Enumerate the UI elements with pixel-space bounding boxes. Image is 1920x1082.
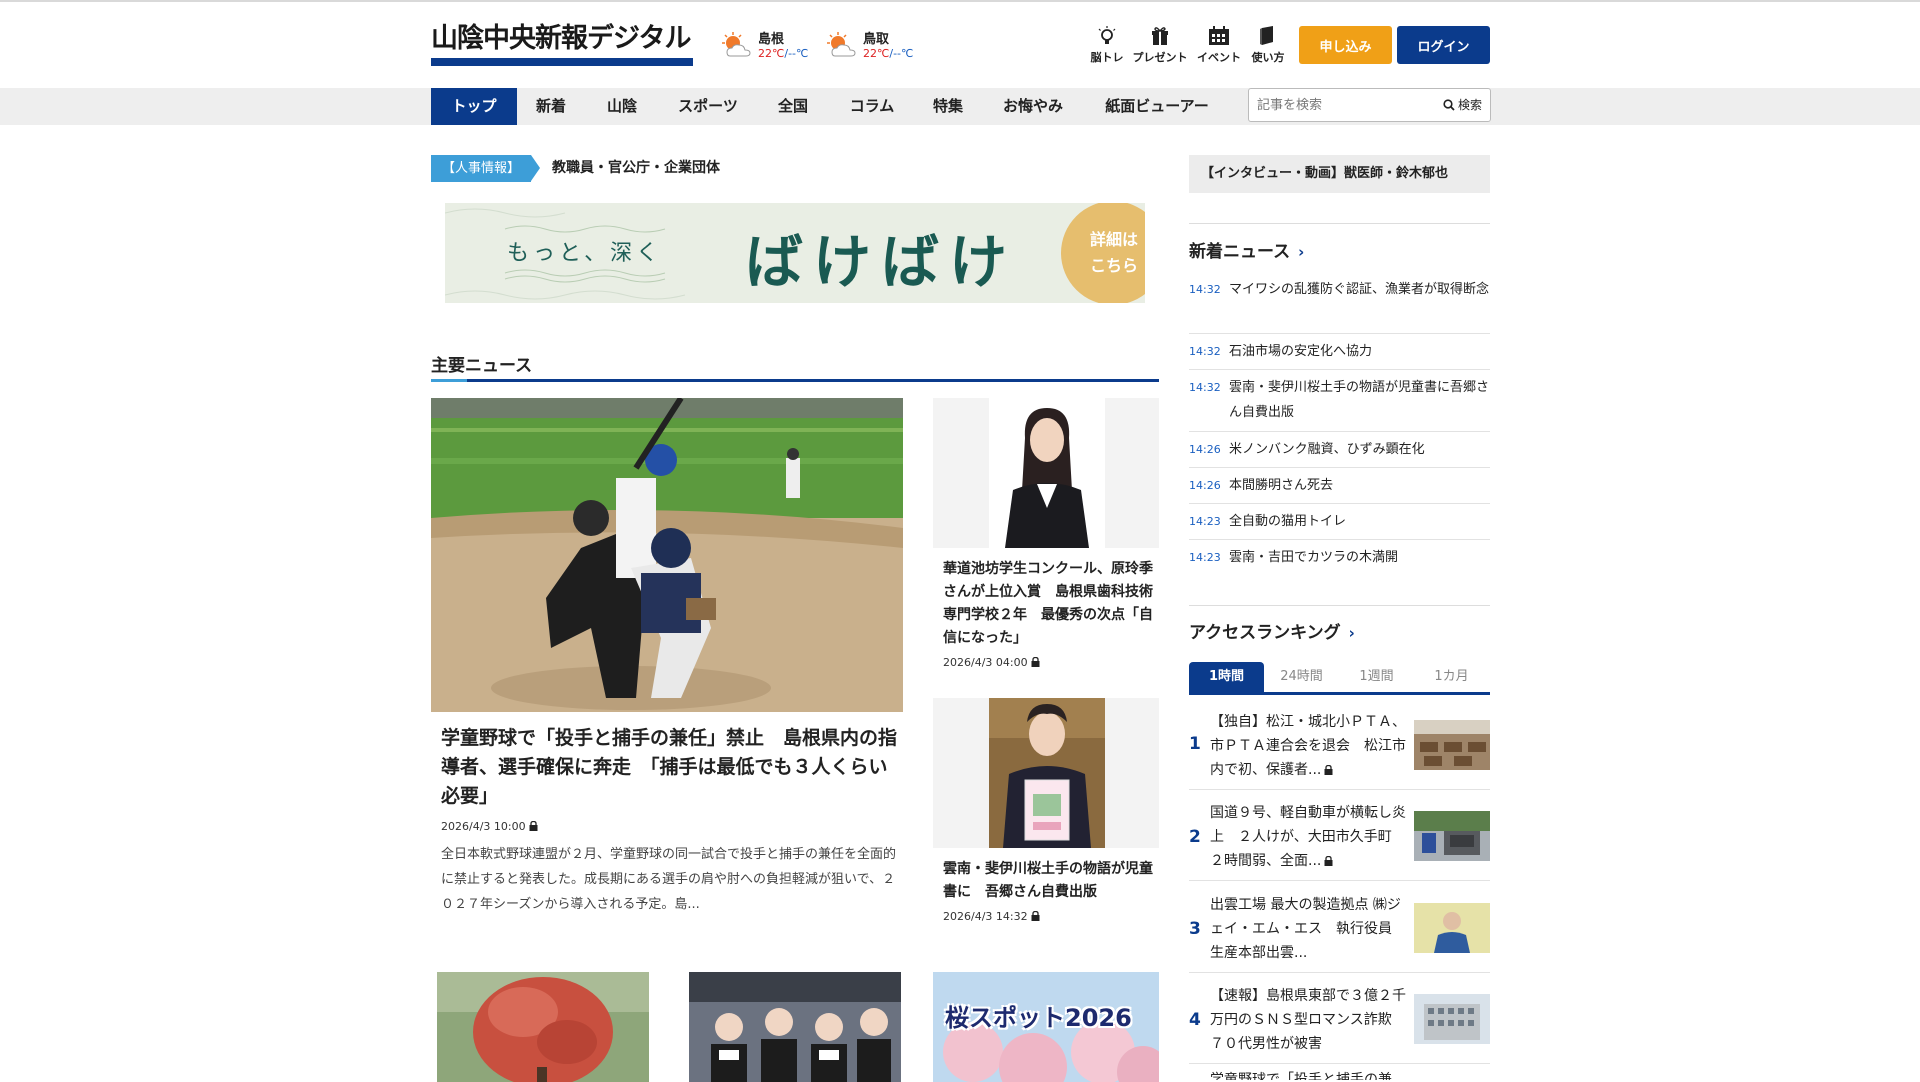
tag-text: 教職員・官公庁・企業団体 xyxy=(552,160,720,176)
weather-city: 鳥取 xyxy=(863,32,890,47)
lock-icon xyxy=(529,821,538,831)
ranking-photo-building xyxy=(1414,994,1490,1044)
nav-national[interactable]: 全国 xyxy=(766,88,820,125)
ranking-item[interactable]: 3 出雲工場 最大の製造拠点 ㈱ジェイ・エム・エス 執行役員 生産本部出雲... xyxy=(1189,883,1490,973)
tab-1-week[interactable]: 1週間 xyxy=(1339,662,1414,692)
site-logo[interactable]: 山陰中央新報デジタル xyxy=(431,22,693,68)
main-news-title: 主要ニュース xyxy=(431,356,533,376)
banner-subtitle: もっと、深く xyxy=(507,241,663,266)
chevron-right-icon: › xyxy=(1298,243,1305,261)
thumb-graduation-group[interactable] xyxy=(689,972,901,1082)
nav-top[interactable]: トップ xyxy=(431,88,517,125)
ranking-item[interactable]: 1 【独自】松江・城北小ＰＴＡ、市ＰＴＡ連合会を退会 松江市内で初、保護者... xyxy=(1189,700,1490,790)
search-button[interactable]: 検索 xyxy=(1443,96,1482,113)
nav-column[interactable]: コラム xyxy=(836,88,908,125)
tab-1-hour[interactable]: 1時間 xyxy=(1189,662,1264,692)
logo-text: 山陰中央新報デジタル xyxy=(431,23,691,54)
side-story-headline: 華道池坊学生コンクール、原玲季さんが上位入賞 島根県歯科技術専門学校２年 最優秀… xyxy=(943,561,1153,646)
news-item[interactable]: 14:23 全自動の猫用トイレ xyxy=(1189,509,1490,540)
nav-obituary[interactable]: お悔やみ xyxy=(993,88,1073,125)
ranking-photo-executive xyxy=(1414,903,1490,953)
nav-paper-viewer[interactable]: 紙面ビューアー xyxy=(1096,88,1218,125)
gift-icon xyxy=(1152,27,1168,45)
chevron-right-icon: › xyxy=(1348,624,1355,642)
bakebake-banner[interactable]: もっと、深く ばけばけ 詳細は こちら xyxy=(445,203,1145,303)
side-story-2[interactable]: 雲南・斐伊川桜土手の物語が児童書に 吾郷さん自費出版 2026/4/3 14:3… xyxy=(933,698,1159,938)
calendar-icon xyxy=(1209,26,1229,45)
sun-cloud-icon xyxy=(722,32,751,57)
side-story-date: 2026/4/3 14:32 xyxy=(943,910,1040,923)
ranking-photo-accident xyxy=(1414,811,1490,861)
side-story-date: 2026/4/3 04:00 xyxy=(943,656,1040,669)
apply-button[interactable]: 申し込み xyxy=(1299,26,1392,64)
site-header: 山陰中央新報デジタル 島根 22℃/--℃ 鳥取 22℃/--℃ 脳トレ プレゼ… xyxy=(0,2,1920,88)
news-item[interactable]: 14:32 雲南・斐伊川桜土手の物語が児童書に吾郷さん自費出版 xyxy=(1189,375,1490,432)
side-story-headline: 雲南・斐伊川桜土手の物語が児童書に 吾郷さん自費出版 xyxy=(943,861,1153,900)
search-icon xyxy=(1443,98,1455,111)
news-item[interactable]: 14:23 雲南・吉田でカツラの木満開 xyxy=(1189,545,1490,576)
lead-headline: 学童野球で「投手と捕手の兼任」禁止 島根県内の指導者、選手確保に奔走 「捕手は最… xyxy=(441,727,898,807)
divider xyxy=(1189,605,1490,606)
sun-cloud-icon xyxy=(827,32,856,57)
search-input[interactable] xyxy=(1257,95,1417,115)
nav-feature[interactable]: 特集 xyxy=(920,88,976,125)
tag-arrow xyxy=(531,155,540,181)
weather-temp: 22℃/--℃ xyxy=(758,47,809,60)
thumb-red-tree[interactable] xyxy=(437,972,649,1082)
lock-icon xyxy=(1324,856,1333,866)
search-box: 検索 xyxy=(1248,88,1491,122)
thumb-caption: 桜スポット2026 xyxy=(945,1004,1132,1032)
news-item[interactable]: 14:32 マイワシの乱獲防ぐ認証、漁業者が取得断念 xyxy=(1189,277,1490,334)
lead-photo-baseball xyxy=(431,398,903,712)
news-item[interactable]: 14:26 本間勝明さん死去 xyxy=(1189,473,1490,504)
book-icon xyxy=(1260,26,1273,45)
side-story-1[interactable]: 華道池坊学生コンクール、原玲季さんが上位入賞 島根県歯科技術専門学校２年 最優秀… xyxy=(933,398,1159,678)
tag-label: 【人事情報】 xyxy=(431,155,531,182)
news-item[interactable]: 14:26 米ノンバンク融資、ひずみ顕在化 xyxy=(1189,437,1490,468)
logo-underline xyxy=(431,58,693,66)
weather-tottori[interactable]: 鳥取 22℃/--℃ xyxy=(827,28,923,64)
banner-cta: 詳細は こちら xyxy=(1089,230,1138,275)
section-rule xyxy=(431,379,1159,382)
nav-latest[interactable]: 新着 xyxy=(524,88,578,125)
latest-news-title[interactable]: 新着ニュース › xyxy=(1189,237,1304,262)
weather-shimane[interactable]: 島根 22℃/--℃ xyxy=(722,28,818,64)
ranking-item[interactable]: 2 国道９号、軽自動車が横転し炎上 ２人けが、大田市久手町 ２時間弱、全面... xyxy=(1189,791,1490,881)
weather-city: 島根 xyxy=(758,32,785,47)
nav-sports[interactable]: スポーツ xyxy=(664,88,752,125)
lead-story[interactable]: 学童野球で「投手と捕手の兼任」禁止 島根県内の指導者、選手確保に奔走 「捕手は最… xyxy=(431,398,903,928)
side-photo-portrait xyxy=(933,398,1159,548)
lightbulb-icon xyxy=(1098,26,1116,44)
tool-how-to-use[interactable]: 使い方 xyxy=(1238,26,1298,66)
banner-title: ばけばけ xyxy=(745,228,1018,296)
news-item[interactable]: 14:32 石油市場の安定化へ協力 xyxy=(1189,339,1490,370)
thumb-sakura-spots[interactable]: 桜スポット2026 xyxy=(933,972,1159,1082)
weather-temp: 22℃/--℃ xyxy=(863,47,914,60)
ranking-tabs: 1時間 24時間 1週間 1カ月 xyxy=(1189,662,1490,695)
tab-24-hours[interactable]: 24時間 xyxy=(1264,662,1339,692)
main-nav: トップ 新着 山陰 スポーツ 全国 コラム 特集 お悔やみ 紙面ビューアー xyxy=(0,88,1920,125)
access-ranking-title[interactable]: アクセスランキング › xyxy=(1189,618,1355,643)
ranking-item[interactable]: 4 【速報】島根県東部で３億２千万円のＳＮＳ型ロマンス詐欺 ７０代男性が被害 xyxy=(1189,974,1490,1064)
tool-brain-training[interactable]: 脳トレ xyxy=(1077,26,1137,66)
lock-icon xyxy=(1031,911,1040,921)
ranking-photo-classroom xyxy=(1414,720,1490,770)
login-button[interactable]: ログイン xyxy=(1397,26,1490,64)
lead-summary: 全日本軟式野球連盟が２月、学童野球の同一試合で投手と捕手の兼任を全面的に禁止する… xyxy=(441,847,897,912)
interview-feature-link[interactable]: 【インタビュー・動画】獣医師・鈴木郁也 xyxy=(1189,155,1490,193)
tab-1-month[interactable]: 1カ月 xyxy=(1414,662,1489,692)
lock-icon xyxy=(1031,657,1040,667)
nav-sanin[interactable]: 山陰 xyxy=(595,88,649,125)
lock-icon xyxy=(1324,765,1333,775)
side-photo-author-book xyxy=(933,698,1159,848)
lead-date: 2026/4/3 10:00 xyxy=(441,820,538,833)
ranking-item[interactable]: 学童野球で「投手と捕手の兼 xyxy=(1189,1066,1490,1080)
divider xyxy=(1189,223,1490,224)
tool-present[interactable]: プレゼント xyxy=(1130,26,1190,66)
